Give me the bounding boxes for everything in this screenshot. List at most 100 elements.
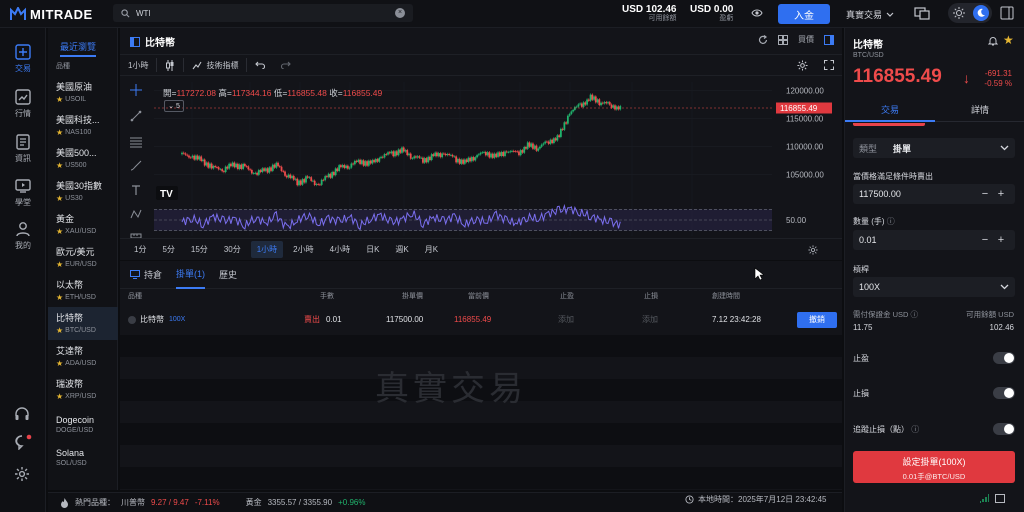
plus-icon[interactable]: + xyxy=(993,188,1009,200)
col-symbol[interactable]: 品種 xyxy=(128,291,142,301)
hot-item-name[interactable]: 川普幣 xyxy=(121,497,145,508)
search-box[interactable]: × xyxy=(113,4,413,22)
fullscreen-button[interactable] xyxy=(816,60,842,70)
favorite-star-icon[interactable]: ★ xyxy=(1003,33,1014,47)
star-icon[interactable]: ★ xyxy=(56,128,63,137)
redo-button[interactable] xyxy=(273,61,299,69)
quantity-stepper[interactable]: − + xyxy=(853,230,1015,250)
watchlist-item-selected[interactable]: 比特幣 ★ BTC/USD xyxy=(48,307,118,340)
take-profit-toggle[interactable] xyxy=(993,352,1015,364)
watchlist-item[interactable]: 以太幣 ★ ETH/USD xyxy=(48,274,118,307)
account-switch[interactable]: 真實交易 xyxy=(846,8,894,21)
trigger-price-input[interactable] xyxy=(859,189,977,199)
tab-details[interactable]: 詳情 xyxy=(935,100,1024,122)
brush-icon[interactable] xyxy=(130,160,142,172)
star-icon[interactable]: ★ xyxy=(56,260,63,269)
nav-me[interactable]: 我的 xyxy=(0,221,46,251)
candle-type-button[interactable] xyxy=(157,59,183,71)
trendline-icon[interactable] xyxy=(130,110,142,122)
nav-trade[interactable]: 交易 xyxy=(0,44,46,74)
watchlist-item[interactable]: 美國30指數 ★ US30 xyxy=(48,175,118,208)
col-current-price[interactable]: 當前價 xyxy=(468,291,489,301)
pattern-icon[interactable] xyxy=(130,208,142,220)
plus-icon[interactable]: + xyxy=(993,234,1009,246)
info-icon[interactable]: ⓘ xyxy=(911,425,919,434)
timeframe-4h[interactable]: 4小時 xyxy=(324,241,356,258)
row-add-tp[interactable]: 添加 xyxy=(558,309,574,331)
fib-lines-icon[interactable] xyxy=(130,136,142,148)
brand-logo[interactable]: MITRADE xyxy=(10,6,93,22)
star-icon[interactable]: ★ xyxy=(56,326,63,335)
undo-button[interactable] xyxy=(247,61,273,69)
indicator-collapse-button[interactable]: ⌄ 5 xyxy=(164,100,184,112)
deposit-button[interactable]: 入金 xyxy=(778,4,830,24)
watchlist-item[interactable]: Solana SOL/USD xyxy=(48,444,118,477)
col-stop-loss[interactable]: 止損 xyxy=(644,291,658,301)
nav-quotes[interactable]: 行情 xyxy=(0,89,46,119)
star-icon[interactable]: ★ xyxy=(56,359,63,368)
cancel-order-button[interactable]: 撤銷 xyxy=(797,312,837,328)
watchlist-item[interactable]: Dogecoin DOGE/USD xyxy=(48,411,118,444)
timeframe-2h[interactable]: 2小時 xyxy=(287,241,319,258)
star-icon[interactable]: ★ xyxy=(56,161,63,170)
eye-icon[interactable] xyxy=(751,8,763,18)
watchlist-item[interactable]: 歐元/美元 ★ EUR/USD xyxy=(48,241,118,274)
info-icon[interactable]: ⓘ xyxy=(887,217,895,226)
side-panel-icon[interactable] xyxy=(824,34,834,45)
signal-icon[interactable] xyxy=(979,494,989,503)
collapse-panel-icon[interactable] xyxy=(1000,6,1014,20)
interval-select[interactable]: 1小時 xyxy=(120,60,156,71)
tab-history[interactable]: 歷史 xyxy=(219,261,237,289)
star-icon[interactable]: ★ xyxy=(56,293,63,302)
star-icon[interactable]: ★ xyxy=(56,194,63,203)
multi-window-icon[interactable] xyxy=(914,6,930,20)
panel-toggle-icon[interactable] xyxy=(130,36,140,47)
theme-toggle[interactable] xyxy=(948,3,992,23)
price-mode-label[interactable]: 買價 xyxy=(798,34,814,45)
headset-icon[interactable] xyxy=(14,406,30,422)
watchlist-item[interactable]: 美國原油 ★ USOIL xyxy=(48,76,118,109)
place-order-button[interactable]: 設定掛單(100X) 0.01手@BTC/USD xyxy=(853,451,1015,483)
col-created-time[interactable]: 創建時間 xyxy=(712,291,740,301)
quantity-input[interactable] xyxy=(859,235,977,245)
watchlist-item[interactable]: 瑞波幣 ★ XRP/USD xyxy=(48,373,118,406)
star-icon[interactable]: ★ xyxy=(56,392,63,401)
trigger-price-stepper[interactable]: − + xyxy=(853,184,1015,204)
timeframe-1h[interactable]: 1小時 xyxy=(250,241,284,258)
row-add-sl[interactable]: 添加 xyxy=(642,309,658,331)
settings-gear-icon[interactable] xyxy=(14,466,30,482)
text-tool-icon[interactable] xyxy=(130,184,142,196)
search-input[interactable] xyxy=(136,8,389,18)
watchlist-item[interactable]: 艾達幣 ★ ADA/USD xyxy=(48,340,118,373)
timeframe-30m[interactable]: 30分 xyxy=(218,241,247,258)
moon-icon[interactable] xyxy=(973,5,989,21)
timeframe-day[interactable]: 日K xyxy=(360,241,385,258)
sun-icon[interactable] xyxy=(951,5,967,21)
col-take-profit[interactable]: 止盈 xyxy=(560,291,574,301)
col-lots[interactable]: 手數 xyxy=(320,291,334,301)
timeframe-1m[interactable]: 1分 xyxy=(128,241,152,258)
tab-recent[interactable]: 最近瀏覽 xyxy=(60,40,97,57)
nav-academy[interactable]: 學堂 xyxy=(0,178,46,208)
col-order-price[interactable]: 掛單價 xyxy=(402,291,423,301)
indicators-button[interactable]: 技術指標 xyxy=(184,60,246,71)
watchlist-item[interactable]: 黃金 ★ XAU/USD xyxy=(48,208,118,241)
trailing-stop-toggle[interactable] xyxy=(993,423,1015,435)
minus-icon[interactable]: − xyxy=(977,188,993,200)
stop-loss-toggle[interactable] xyxy=(993,387,1015,399)
tab-pending-orders[interactable]: 掛單(1) xyxy=(176,261,206,289)
gear-icon[interactable] xyxy=(808,244,818,255)
timeframe-5m[interactable]: 5分 xyxy=(156,241,180,258)
nav-news[interactable]: 資訊 xyxy=(0,134,46,164)
tab-positions[interactable]: 持倉 xyxy=(130,261,162,289)
watchlist-item[interactable]: 美國500... ★ US500 xyxy=(48,142,118,175)
info-icon[interactable]: ⓘ xyxy=(911,310,919,319)
tab-trade[interactable]: 交易 xyxy=(845,100,935,122)
timeframe-month[interactable]: 月K xyxy=(419,241,444,258)
order-type-select[interactable]: 類型 掛單 xyxy=(853,138,1015,158)
layout-icon[interactable] xyxy=(995,494,1005,503)
grid-layout-icon[interactable] xyxy=(778,34,788,45)
timeframe-week[interactable]: 週K xyxy=(389,241,414,258)
chart-settings-button[interactable] xyxy=(789,59,816,71)
price-chart[interactable]: 120000.00115000.00110000.00105000.00 131… xyxy=(152,76,842,238)
